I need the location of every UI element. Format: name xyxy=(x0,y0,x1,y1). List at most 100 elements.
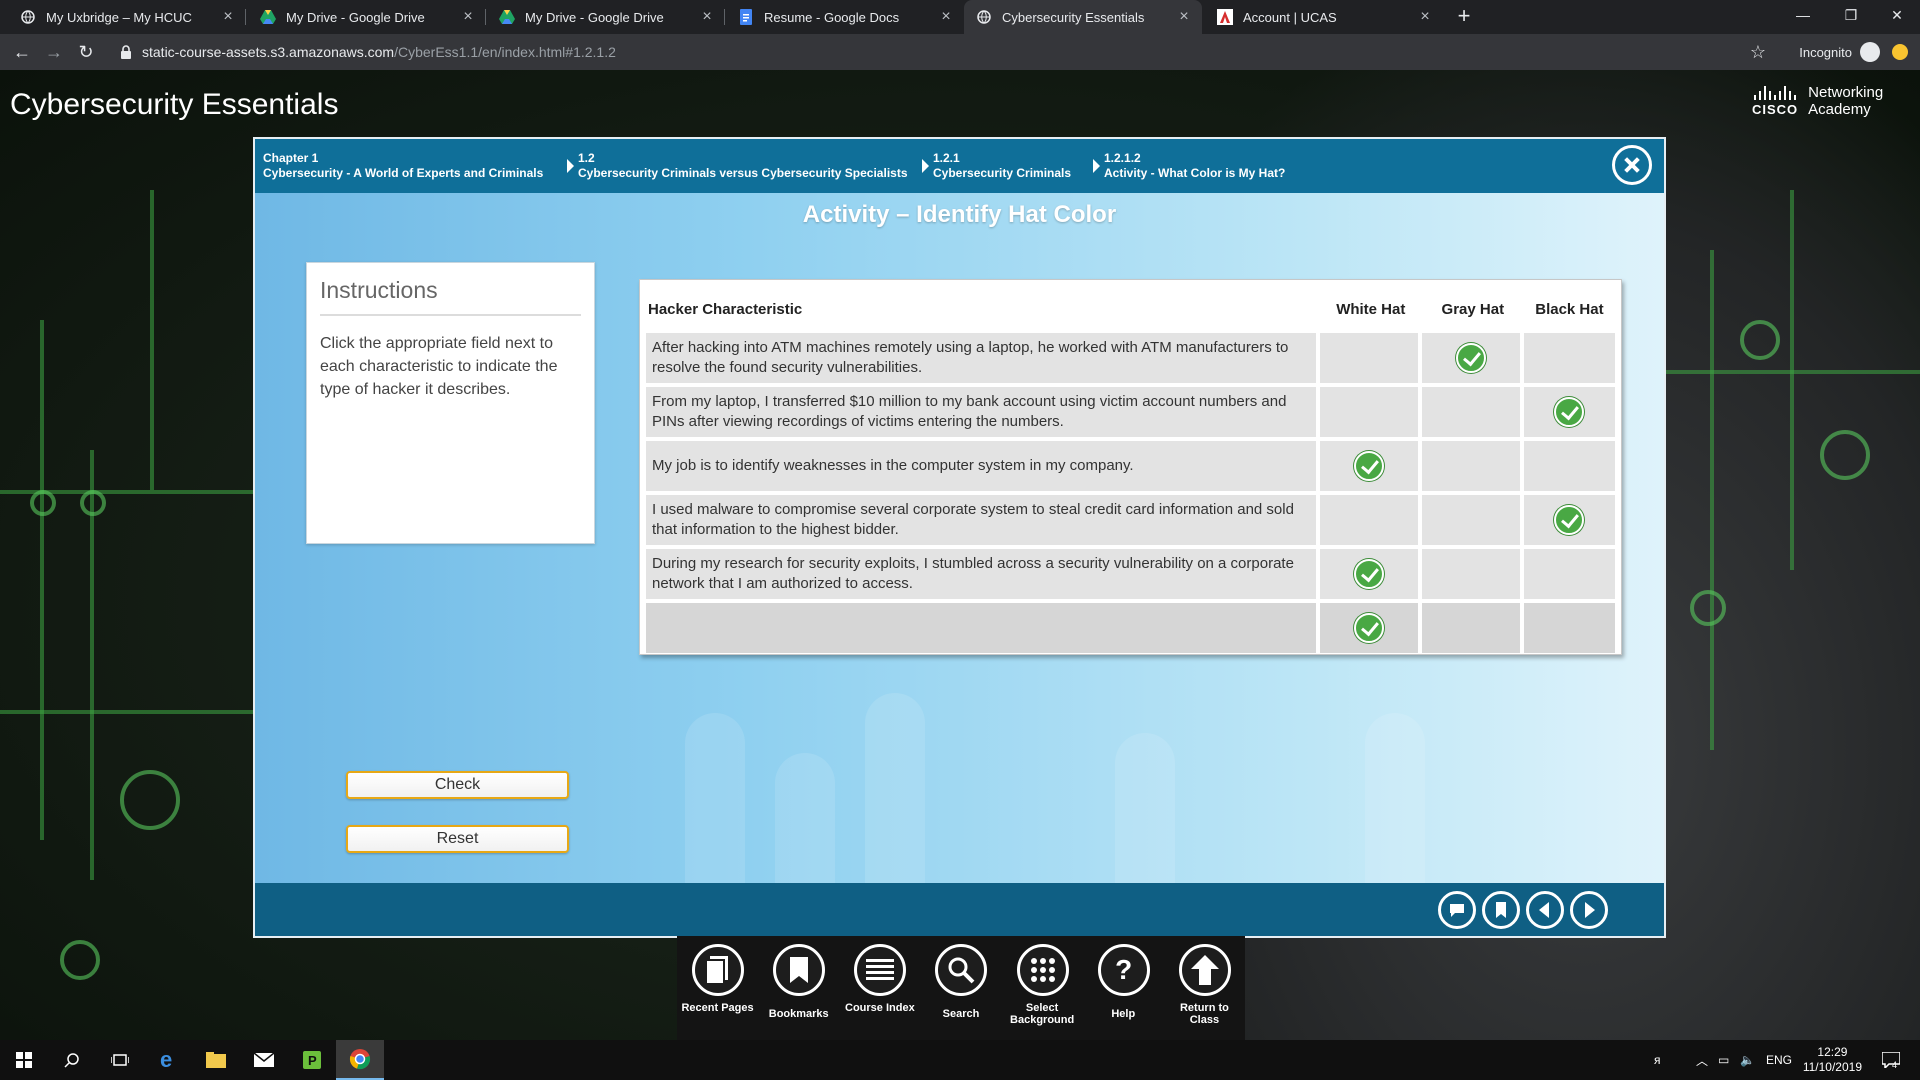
edge-icon[interactable]: e xyxy=(144,1040,192,1080)
browser-tab[interactable]: My Drive - Google Drive × xyxy=(487,0,725,34)
next-page-icon[interactable] xyxy=(1570,891,1608,929)
incognito-indicator[interactable]: Incognito xyxy=(1799,40,1880,64)
chevron-up-icon[interactable]: ︿ xyxy=(1696,1040,1708,1080)
notification-center-icon[interactable]: 4 xyxy=(1882,1040,1900,1080)
mail-icon[interactable] xyxy=(240,1040,288,1080)
hat-choice-gray-hat[interactable] xyxy=(1422,387,1520,437)
close-icon[interactable]: × xyxy=(220,9,236,25)
back-icon[interactable]: ← xyxy=(10,40,34,64)
restore-button[interactable]: ❐ xyxy=(1828,0,1874,30)
hat-choice-gray-hat[interactable] xyxy=(1422,603,1520,653)
hat-choice-black-hat[interactable] xyxy=(1523,441,1615,491)
dock-course-index[interactable]: Course Index xyxy=(839,936,921,1040)
characteristic-cell: I used malware to compromise several cor… xyxy=(646,495,1317,545)
tab-title: Resume - Google Docs xyxy=(764,9,900,25)
hat-choice-white-hat[interactable] xyxy=(1320,441,1418,491)
breadcrumb-item-chapter[interactable]: Chapter 1 Cybersecurity - A World of Expe… xyxy=(263,151,543,181)
hat-choice-white-hat[interactable] xyxy=(1320,495,1418,545)
close-icon[interactable]: × xyxy=(699,9,715,25)
previous-page-icon[interactable] xyxy=(1526,891,1564,929)
hat-choice-gray-hat[interactable] xyxy=(1422,549,1520,599)
close-icon[interactable]: × xyxy=(460,9,476,25)
hat-choice-black-hat[interactable] xyxy=(1523,549,1615,599)
url-host: static-course-assets.s3.amazonaws.com xyxy=(142,44,395,60)
system-clock[interactable]: 12:29 11/10/2019 xyxy=(1803,1045,1862,1075)
windows-start-icon[interactable] xyxy=(0,1040,48,1080)
hat-choice-white-hat[interactable] xyxy=(1320,387,1418,437)
dock-help[interactable]: ? Help xyxy=(1082,936,1164,1040)
input-language[interactable]: ENG xyxy=(1766,1040,1792,1080)
volume-icon[interactable]: 🔈 xyxy=(1740,1040,1755,1080)
pinned-app-icon[interactable]: P xyxy=(288,1040,336,1080)
close-icon[interactable]: × xyxy=(1176,9,1192,25)
cisco-networking-academy-logo[interactable]: CISCO Networking Academy xyxy=(1752,84,1883,118)
table-row: I used malware to compromise several cor… xyxy=(646,495,1615,545)
network-icon[interactable]: ▭ xyxy=(1718,1040,1729,1080)
hat-choice-gray-hat[interactable] xyxy=(1422,333,1520,383)
tab-title: Cybersecurity Essentials xyxy=(1002,9,1145,25)
check-button[interactable]: Check xyxy=(346,771,569,799)
dock-bookmarks[interactable]: Bookmarks xyxy=(758,936,840,1040)
cisco-logo-icon: CISCO xyxy=(1752,85,1798,117)
hat-choice-white-hat[interactable] xyxy=(1320,549,1418,599)
breadcrumb-item-page[interactable]: 1.2.1.2 Activity - What Color is My Hat? xyxy=(1104,151,1285,181)
new-tab-button[interactable]: + xyxy=(1452,5,1476,29)
help-icon: ? xyxy=(1115,954,1133,985)
browser-tab[interactable]: My Drive - Google Drive × xyxy=(248,0,486,34)
course-dock: Recent Pages Bookmarks Course Index Sear… xyxy=(677,936,1245,1040)
bookmark-icon[interactable] xyxy=(1482,891,1520,929)
address-bar[interactable]: static-course-assets.s3.amazonaws.com/Cy… xyxy=(110,38,1790,66)
hat-choice-gray-hat[interactable] xyxy=(1422,495,1520,545)
checkmark-icon xyxy=(1354,559,1385,589)
window-close-button[interactable]: ✕ xyxy=(1874,0,1920,30)
dock-search[interactable]: Search xyxy=(920,936,1002,1040)
chrome-icon[interactable] xyxy=(336,1040,384,1080)
module-footer xyxy=(255,883,1664,936)
close-icon[interactable]: × xyxy=(938,9,954,25)
hat-choice-black-hat[interactable] xyxy=(1523,333,1615,383)
chat-icon[interactable] xyxy=(1438,891,1476,929)
task-view-icon[interactable] xyxy=(96,1040,144,1080)
svg-text:P: P xyxy=(308,1053,317,1068)
breadcrumb-item-section[interactable]: 1.2 Cybersecurity Criminals versus Cybers… xyxy=(578,151,908,181)
column-header: Black Hat xyxy=(1535,300,1604,318)
browser-tab-strip: My Uxbridge – My HCUC × My Drive - Googl… xyxy=(0,0,1920,34)
reset-button[interactable]: Reset xyxy=(346,825,569,853)
hat-choice-black-hat[interactable] xyxy=(1523,495,1615,545)
bookmark-star-icon[interactable]: ☆ xyxy=(1746,40,1770,64)
search-icon[interactable] xyxy=(48,1040,96,1080)
reload-icon[interactable]: ↻ xyxy=(74,40,98,64)
close-icon[interactable]: × xyxy=(1417,9,1433,25)
hat-choice-black-hat[interactable] xyxy=(1523,387,1615,437)
dock-recent-pages[interactable]: Recent Pages xyxy=(677,936,759,1040)
forward-icon[interactable]: → xyxy=(42,40,66,64)
hat-choice-white-hat[interactable] xyxy=(1320,603,1418,653)
people-icon[interactable]: ᴙ xyxy=(1654,1040,1661,1080)
table-row: From my laptop, I transferred $10 millio… xyxy=(646,387,1615,437)
chevron-right-icon xyxy=(567,159,574,173)
url-path: /CyberEss1.1/en/index.html#1.2.1.2 xyxy=(394,44,616,60)
characteristic-cell: From my laptop, I transferred $10 millio… xyxy=(646,387,1317,437)
column-header: White Hat xyxy=(1336,300,1406,318)
browser-tab-active[interactable]: Cybersecurity Essentials × xyxy=(964,0,1202,34)
hat-choice-white-hat[interactable] xyxy=(1320,333,1418,383)
svg-text:e: e xyxy=(160,1050,172,1070)
browser-tab[interactable]: My Uxbridge – My HCUC × xyxy=(8,0,246,34)
drive-icon xyxy=(499,9,515,25)
hat-choice-black-hat[interactable] xyxy=(1523,603,1615,653)
grid-icon xyxy=(1017,944,1069,996)
file-explorer-icon[interactable] xyxy=(192,1040,240,1080)
close-module-button[interactable] xyxy=(1612,145,1652,185)
browser-tab[interactable]: Account | UCAS × xyxy=(1205,0,1443,34)
extension-icon[interactable] xyxy=(1892,44,1908,60)
breadcrumb-item-topic[interactable]: 1.2.1 Cybersecurity Criminals xyxy=(933,151,1071,181)
dock-select-background[interactable]: Select Background xyxy=(1001,936,1083,1040)
dock-return-to-class[interactable]: Return to Class xyxy=(1163,936,1245,1040)
checkmark-icon xyxy=(1354,613,1385,643)
hat-choice-gray-hat[interactable] xyxy=(1422,441,1520,491)
browser-tab[interactable]: Resume - Google Docs × xyxy=(726,0,964,34)
tab-title: Account | UCAS xyxy=(1243,9,1337,25)
characteristic-cell: After hacking into ATM machines remotely… xyxy=(646,333,1317,383)
clock-date: 11/10/2019 xyxy=(1802,1060,1862,1074)
minimize-button[interactable]: — xyxy=(1780,0,1826,30)
